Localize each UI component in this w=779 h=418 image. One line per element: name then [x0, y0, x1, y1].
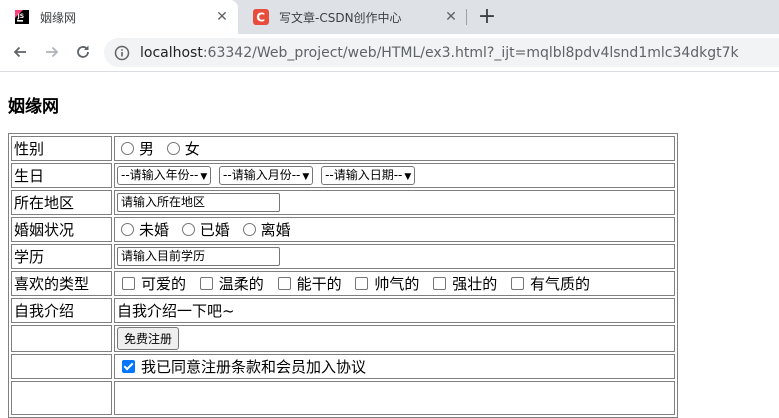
birthday-field: --请输入年份-- ▼ --请输入月份-- ▼ --请输入日期-- ▼ [114, 163, 675, 188]
radio-female[interactable] [166, 142, 180, 155]
svg-text:JS: JS [17, 13, 25, 20]
empty-cell [11, 381, 112, 415]
types-label: 喜欢的类型 [11, 271, 112, 296]
checkbox-cute-label: 可爱的 [141, 275, 187, 293]
empty-cell [114, 381, 675, 415]
agree-checkbox[interactable] [122, 360, 135, 373]
url-host: localhost [140, 44, 203, 61]
checkbox-handsome-label: 帅气的 [374, 275, 420, 293]
tab-title: 写文章-CSDN创作中心 [279, 10, 402, 25]
chevron-down-icon: ▼ [302, 172, 310, 182]
table-row: 自我介绍 自我介绍一下吧~ [11, 298, 675, 323]
day-select[interactable]: --请输入日期-- ▼ [321, 166, 416, 185]
checkbox-capable-label: 能干的 [296, 275, 342, 293]
table-row: 喜欢的类型 可爱的 温柔的 能干的 帅气的 强壮的 有气质的 [11, 271, 675, 296]
checkbox-handsome[interactable] [355, 277, 369, 290]
radio-male[interactable] [121, 142, 134, 155]
year-select[interactable]: --请输入年份-- ▼ [117, 166, 212, 185]
radio-married[interactable] [181, 223, 195, 236]
tab-title: 姻缘网 [40, 10, 77, 25]
education-label: 学历 [11, 244, 112, 269]
svg-text:C: C [256, 11, 265, 25]
checkbox-cute[interactable] [122, 277, 135, 290]
reload-icon[interactable] [71, 40, 95, 64]
new-tab-button[interactable]: + [475, 5, 499, 29]
register-field: 免费注册 [114, 325, 675, 352]
gender-field: 男 女 [114, 136, 675, 161]
region-field: 请输入所在地区 [114, 190, 675, 215]
register-button[interactable]: 免费注册 [117, 327, 180, 350]
tab-separator [466, 9, 467, 25]
info-icon[interactable] [114, 45, 130, 61]
checkbox-strong[interactable] [433, 277, 447, 290]
tab-csdn[interactable]: C 写文章-CSDN创作中心 ✕ [239, 0, 467, 34]
region-label: 所在地区 [11, 190, 112, 215]
chevron-down-icon: ▼ [200, 172, 208, 182]
region-input[interactable]: 请输入所在地区 [117, 193, 280, 212]
intro-textarea[interactable]: 自我介绍一下吧~ [114, 298, 675, 323]
checkbox-strong-label: 强壮的 [452, 275, 498, 293]
browser-toolbar: localhost:63342/Web_project/web/HTML/ex3… [0, 34, 779, 72]
address-bar[interactable]: localhost:63342/Web_project/web/HTML/ex3… [104, 38, 779, 67]
gender-label: 性别 [11, 136, 112, 161]
table-row: 生日 --请输入年份-- ▼ --请输入月份-- ▼ --请输入日期-- ▼ [11, 163, 675, 188]
year-select-value: --请输入年份-- [121, 168, 199, 182]
month-select[interactable]: --请输入月份-- ▼ [219, 166, 314, 185]
radio-divorced[interactable] [242, 223, 256, 236]
back-arrow-icon[interactable] [8, 40, 32, 64]
types-field: 可爱的 温柔的 能干的 帅气的 强壮的 有气质的 [114, 271, 675, 296]
tab-strip: JS 姻缘网 ✕ C 写文章-CSDN创作中心 ✕ + [0, 0, 779, 34]
page-title: 姻缘网 [8, 97, 59, 117]
empty-cell [11, 354, 112, 379]
chevron-down-icon: ▼ [404, 172, 412, 182]
radio-female-label: 女 [184, 140, 200, 158]
intro-label: 自我介绍 [11, 298, 112, 323]
education-input[interactable]: 请输入目前学历 [117, 247, 280, 266]
table-row: 免费注册 [11, 325, 675, 352]
table-row: 婚姻状况 未婚 已婚 离婚 [11, 217, 675, 242]
empty-cell [11, 325, 112, 352]
radio-unmarried[interactable] [121, 223, 134, 236]
close-tab-icon[interactable]: ✕ [212, 7, 232, 27]
birthday-label: 生日 [11, 163, 112, 188]
day-select-value: --请输入日期-- [325, 168, 403, 182]
agree-label: 我已同意注册条款和会员加入协议 [141, 358, 367, 376]
url-text: localhost:63342/Web_project/web/HTML/ex3… [140, 45, 739, 61]
table-row: 学历 请输入目前学历 [11, 244, 675, 269]
radio-divorced-label: 离婚 [260, 221, 291, 239]
checkbox-elegant-label: 有气质的 [529, 275, 590, 293]
tab-yinyuan[interactable]: JS 姻缘网 ✕ [0, 0, 238, 34]
radio-married-label: 已婚 [199, 221, 230, 239]
checkbox-elegant[interactable] [510, 277, 524, 290]
education-field: 请输入目前学历 [114, 244, 675, 269]
url-path: :63342/Web_project/web/HTML/ex3.html?_ij… [202, 44, 739, 61]
jetbrains-favicon-icon: JS [14, 9, 30, 25]
marital-label: 婚姻状况 [11, 217, 112, 242]
checkbox-gentle-label: 温柔的 [218, 275, 264, 293]
checkbox-gentle[interactable] [199, 277, 213, 290]
radio-unmarried-label: 未婚 [139, 221, 170, 239]
marital-field: 未婚 已婚 离婚 [114, 217, 675, 242]
page-content: 姻缘网 性别 男 女 生日 --请输入年份-- ▼ --请输入月份-- ▼ --请输… [0, 72, 779, 418]
csdn-favicon-icon: C [253, 9, 269, 25]
forward-arrow-icon[interactable] [40, 40, 64, 64]
table-row: 性别 男 女 [11, 136, 675, 161]
agree-field: 我已同意注册条款和会员加入协议 [114, 354, 675, 379]
month-select-value: --请输入月份-- [223, 168, 301, 182]
close-tab-icon[interactable]: ✕ [441, 7, 461, 27]
table-row [11, 381, 675, 415]
radio-male-label: 男 [139, 140, 155, 158]
checkbox-capable[interactable] [277, 277, 291, 290]
table-row: 所在地区 请输入所在地区 [11, 190, 675, 215]
registration-form-table: 性别 男 女 生日 --请输入年份-- ▼ --请输入月份-- ▼ --请输入日期-… [8, 133, 678, 418]
table-row: 我已同意注册条款和会员加入协议 [11, 354, 675, 379]
